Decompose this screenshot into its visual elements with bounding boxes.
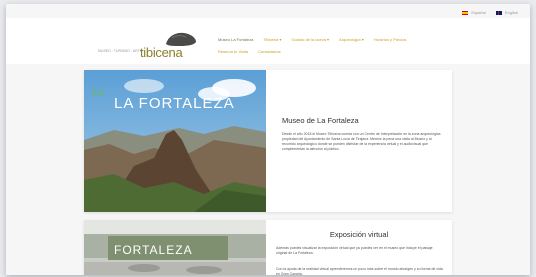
museo-title: Museo de La Fortaleza [282,116,359,125]
main-nav: Museo La Fortaleza Tibicena ▾ Guiado de … [218,37,428,54]
uk-flag-icon [495,10,502,15]
experiencia-card: FORTALEZA Exposición virtual Además pued… [84,220,452,275]
nav-reserva[interactable]: Reserva tu Visita [218,49,248,54]
lang-english[interactable]: English [495,10,518,15]
hero-logo-la: La [91,86,104,98]
hero-logo-fortaleza: LA FORTALEZA [114,95,235,112]
brand-name: tibicena [140,45,183,60]
nav-tibicena[interactable]: Tibicena ▾ [263,37,281,42]
lang-english-label: English [504,10,518,15]
language-bar: Español English [462,10,518,15]
site-logo[interactable]: MUSEO · TURISMO · ARTE tibicena [94,28,202,62]
nav-arqueologia[interactable]: Arqueología ▾ [339,37,364,42]
experiencia-title: Exposición virtual [329,230,389,239]
lang-spanish-label: Español [471,10,486,15]
nav-museo[interactable]: Museo La Fortaleza [218,37,253,42]
nav-contacto[interactable]: Contáctanos [258,49,280,54]
site-header: MUSEO · TURISMO · ARTE tibicena Museo La… [6,18,530,64]
experiencia-text-1: Además puedes visualizar la exposición v… [276,246,433,255]
nav-guiado[interactable]: Guiado de la cueva ▾ [291,37,329,42]
brand-tagline: MUSEO · TURISMO · ARTE [98,49,143,53]
museo-description: Desde el año 2018 el Museo Tibicena cuen… [282,132,441,151]
browser-screen: Español English MUSEO · TURISMO · ARTE t… [6,4,530,275]
la-fortaleza-hero-image: La LA FORTALEZA [84,70,266,212]
lang-spanish[interactable]: Español [462,10,486,15]
spain-flag-icon [462,10,469,15]
museo-card: La LA FORTALEZA Museo de La Fortaleza De… [84,70,452,212]
experiencia-text-2: Con la ayuda de la realidad virtual apre… [276,267,443,275]
nav-horarios[interactable]: Horarios y Precios [374,37,407,42]
room-logo-fortaleza: FORTALEZA [114,243,193,257]
virtual-room-image: FORTALEZA [84,220,266,275]
